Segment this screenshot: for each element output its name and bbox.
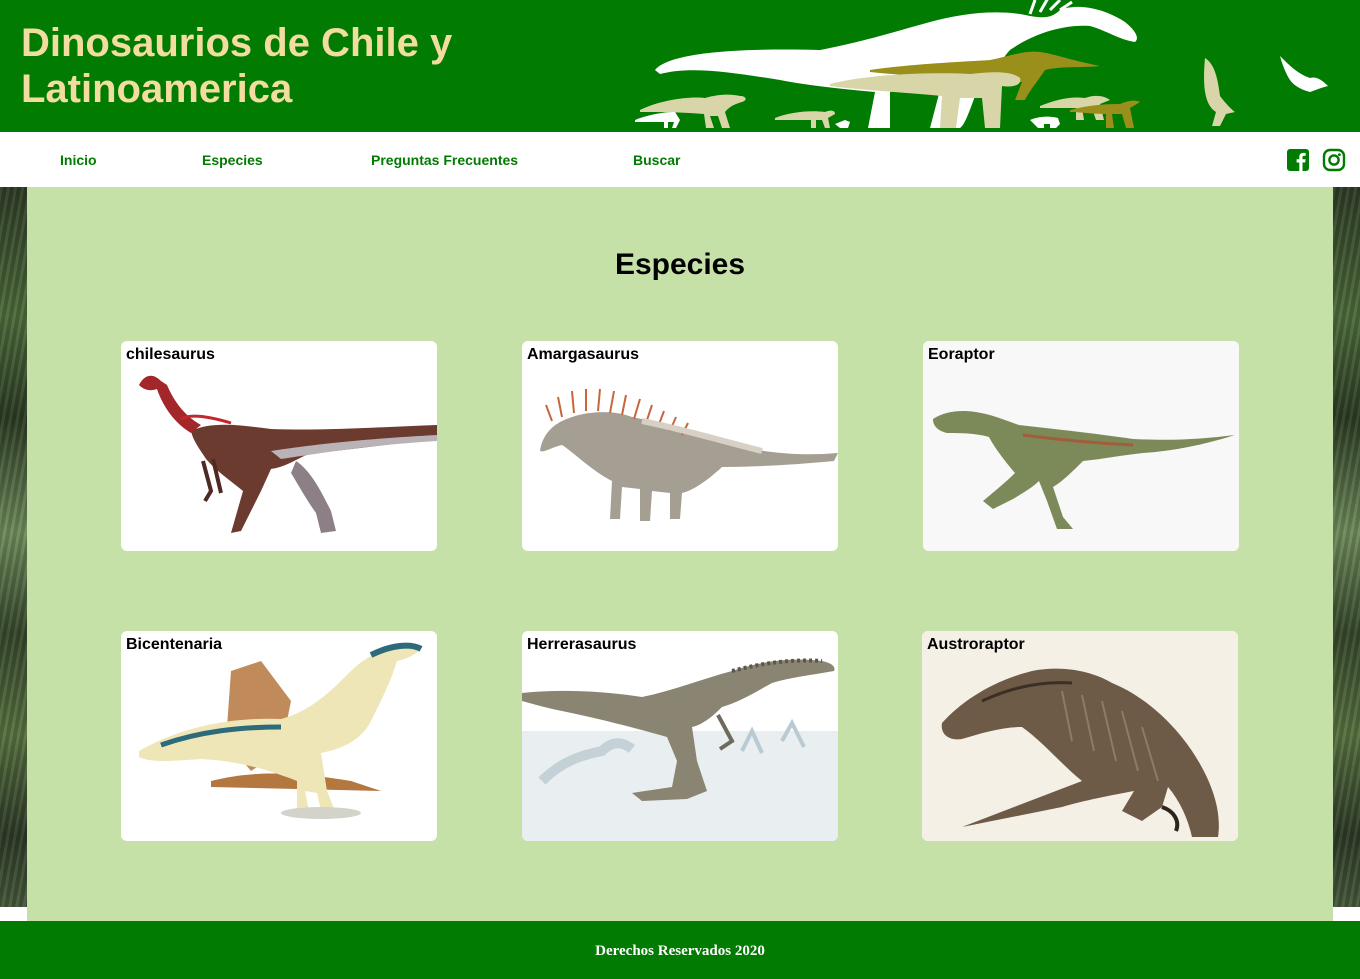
site-header: Dinosaurios de Chile y Latinoamerica [0,0,1360,132]
nav-item-especies[interactable]: Especies [202,152,263,168]
site-footer: Derechos Reservados 2020 [0,921,1360,979]
austroraptor-illustration [922,631,1238,841]
page-title: Especies [614,248,746,281]
chilesaurus-illustration [139,375,437,533]
species-name: Austroraptor [927,636,1025,653]
species-card-chilesaurus[interactable]: chilesaurus [121,341,437,551]
forest-background-left [0,187,27,907]
species-name: Bicentenaria [126,636,223,653]
species-name: Herrerasaurus [527,636,637,653]
bicentenaria-illustration [139,642,423,819]
instagram-icon[interactable] [1322,148,1346,172]
copyright-text: Derechos Reservados 2020 [595,943,765,959]
main-content: Especies chilesaurus Amargasaurus Eorapt… [27,187,1333,921]
nav-item-buscar[interactable]: Buscar [633,152,680,168]
species-card-eoraptor[interactable]: Eoraptor [923,341,1239,551]
species-card-austroraptor[interactable]: Austroraptor [922,631,1238,841]
nav-item-preguntas-frecuentes[interactable]: Preguntas Frecuentes [371,152,518,168]
species-card-herrerasaurus[interactable]: Herrerasaurus [522,631,838,841]
species-card-amargasaurus[interactable]: Amargasaurus [522,341,838,551]
amargasaurus-illustration [540,388,838,521]
eoraptor-illustration [923,341,1239,551]
site-title: Dinosaurios de Chile y Latinoamerica [21,21,453,111]
herrerasaurus-illustration [522,658,838,841]
dinosaur-silhouettes-banner [635,0,1328,129]
species-name: Eoraptor [928,346,995,363]
nav-item-inicio[interactable]: Inicio [60,152,97,168]
main-navigation: Inicio Especies Preguntas Frecuentes Bus… [0,132,1360,187]
species-name: Amargasaurus [527,346,640,363]
species-card-bicentenaria[interactable]: Bicentenaria [121,631,437,841]
facebook-icon[interactable] [1286,148,1310,172]
forest-background-right [1333,187,1360,907]
species-name: chilesaurus [126,346,215,363]
